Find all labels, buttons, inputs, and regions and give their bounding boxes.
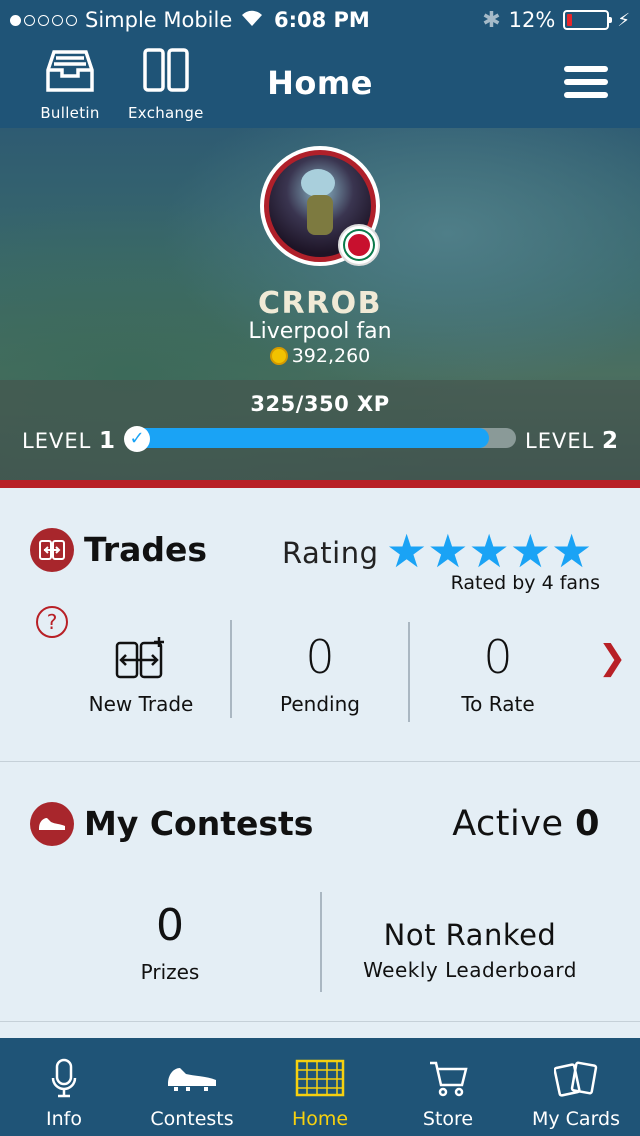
to-rate-label: To Rate [461,692,535,716]
rank-status[interactable]: Not Ranked [330,918,610,952]
xp-progress-bar [132,428,516,448]
star-icon: ★ [551,524,593,578]
username: CRROB [257,286,383,321]
bluetooth-icon: ✱ [482,7,501,33]
tab-label: Home [291,1108,349,1130]
star-icon: ★ [427,524,469,578]
cards-icon [554,1056,598,1100]
fan-club-label: Liverpool fan [248,319,392,344]
page-title: Home [267,64,373,102]
pending-label: Pending [280,692,360,716]
coin-amount: 392,260 [291,345,371,367]
current-level-number: 1 [99,428,117,454]
battery-percent: 12% [508,8,556,32]
goal-icon [294,1056,346,1100]
bulletin-label: Bulletin [40,104,100,122]
current-level: LEVEL 1 [22,428,116,454]
tab-label: My Cards [531,1108,621,1130]
divider [320,892,322,992]
prizes-label: Prizes [140,960,200,984]
rating-label: Rating [282,536,379,570]
xp-panel: 325/350 XP LEVEL 1 ✓ LEVEL 2 [0,380,640,480]
carrier-name: Simple Mobile [85,8,233,32]
xp-progress-fill [132,428,490,448]
battery-icon [563,10,613,30]
coin-balance: 392,260 [0,345,640,367]
star-icon: ★ [509,524,551,578]
microphone-icon [51,1056,77,1100]
new-trade-icon [52,628,230,686]
trades-title: Trades [84,530,208,569]
coin-icon [269,347,288,365]
contests-section: My Contests Active 0 0 Prizes Not Ranked… [0,762,640,1022]
tab-bar: Info Contests Home Store My Cards [0,1038,640,1136]
level-label: LEVEL [525,429,595,453]
active-label: Active [452,804,564,844]
status-bar: Simple Mobile 6:08 PM ✱ 12% ⚡ [0,0,640,40]
tab-label: Store [422,1108,474,1130]
level-label: LEVEL [22,429,92,453]
tab-label: Info [46,1108,82,1130]
club-crest-icon [338,224,380,266]
star-icon: ★ [468,524,510,578]
clock-time: 6:08 PM [274,8,370,32]
rating-stars: ★ ★ ★ ★ ★ [386,526,592,576]
charging-icon: ⚡ [617,9,630,31]
trades-icon [30,528,74,572]
nav-bar: Bulletin Exchange Home [0,40,640,128]
tab-label: Contests [150,1108,234,1130]
rated-by-text: Rated by 4 fans [450,572,600,594]
tab-store[interactable]: Store [384,1038,512,1136]
to-rate-button[interactable]: 0 To Rate [409,628,587,716]
active-count: 0 [575,804,600,844]
trades-section: Trades Rating ★ ★ ★ ★ ★ Rated by 4 fans … [0,488,640,762]
active-contests: Active 0 [452,804,600,844]
tab-info[interactable]: Info [0,1038,128,1136]
contests-title: My Contests [84,804,314,843]
next-level: LEVEL 2 [525,428,619,454]
tab-contests[interactable]: Contests [128,1038,256,1136]
pending-trades-button[interactable]: 0 Pending [231,628,409,716]
divider [0,480,640,488]
cart-icon [428,1056,468,1100]
leaderboard-label: Weekly Leaderboard [363,958,577,982]
pending-count: 0 [305,630,335,684]
prizes-count[interactable]: 0 [80,900,260,951]
new-trade-label: New Trade [88,692,194,716]
to-rate-count: 0 [483,630,513,684]
star-icon: ★ [386,524,428,578]
tab-my-cards[interactable]: My Cards [512,1038,640,1136]
exchange-label: Exchange [128,104,204,122]
wifi-icon [240,8,264,32]
cleat-icon [166,1056,218,1100]
next-level-number: 2 [602,428,620,454]
tab-home[interactable]: Home [256,1038,384,1136]
signal-strength-icon [10,14,77,26]
menu-icon[interactable] [564,66,608,98]
check-icon: ✓ [124,426,150,452]
xp-text: 325/350 XP [250,392,390,416]
chevron-right-icon[interactable]: ❯ [598,638,627,678]
profile-header: CRROB Liverpool fan 392,260 325/350 XP L… [0,128,640,480]
new-trade-button[interactable]: New Trade [52,628,230,716]
contests-icon [30,802,74,846]
